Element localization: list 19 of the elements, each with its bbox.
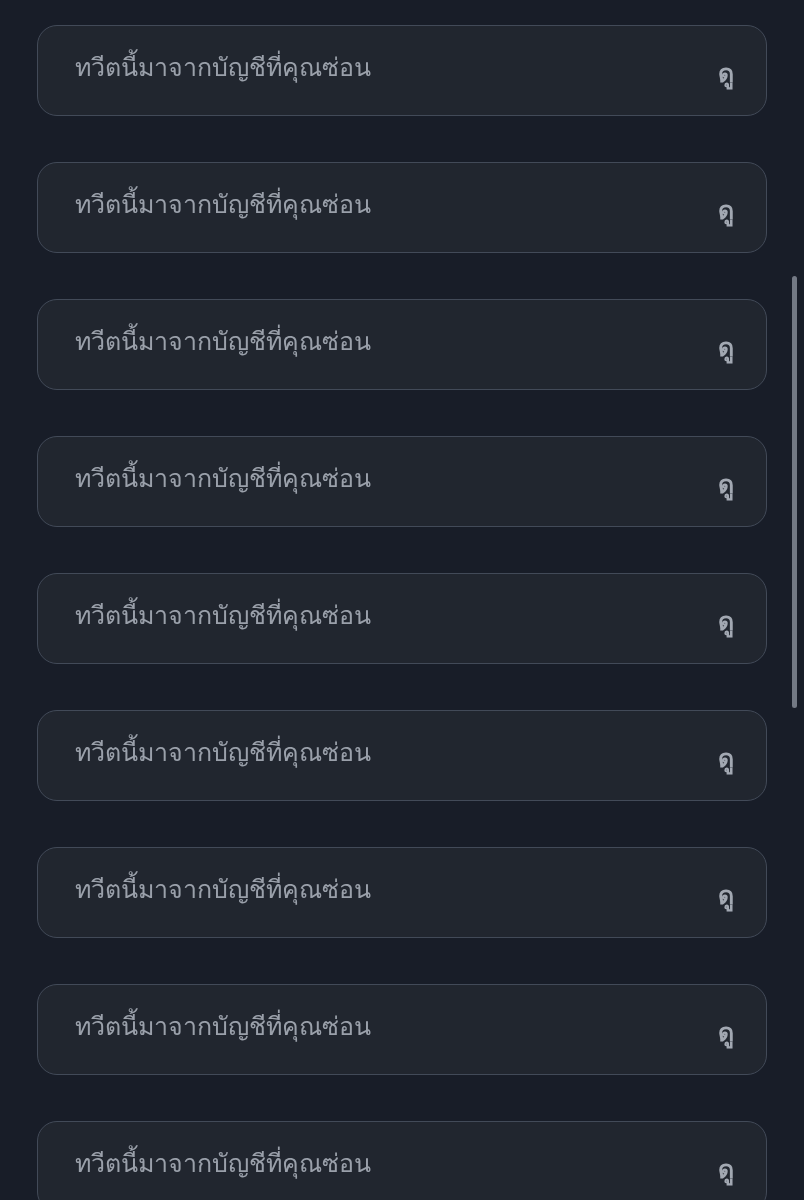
view-button[interactable]: ดู bbox=[716, 878, 736, 913]
view-button[interactable]: ดู bbox=[716, 467, 736, 502]
hidden-account-notice: ทวีตนี้มาจากบัญชีที่คุณซ่อน bbox=[75, 872, 371, 907]
view-button[interactable]: ดู bbox=[716, 1015, 736, 1050]
scrollbar-thumb[interactable] bbox=[792, 276, 797, 708]
hidden-account-notice: ทวีตนี้มาจากบัญชีที่คุณซ่อน bbox=[75, 598, 371, 633]
hidden-account-notice: ทวีตนี้มาจากบัญชีที่คุณซ่อน bbox=[75, 1146, 371, 1181]
hidden-account-notice: ทวีตนี้มาจากบัญชีที่คุณซ่อน bbox=[75, 187, 371, 222]
view-button[interactable]: ดู bbox=[716, 1152, 736, 1187]
hidden-account-notice: ทวีตนี้มาจากบัญชีที่คุณซ่อน bbox=[75, 461, 371, 496]
view-button[interactable]: ดู bbox=[716, 604, 736, 639]
view-button[interactable]: ดู bbox=[716, 330, 736, 365]
hidden-account-notice: ทวีตนี้มาจากบัญชีที่คุณซ่อน bbox=[75, 50, 371, 85]
hidden-account-notice: ทวีตนี้มาจากบัญชีที่คุณซ่อน bbox=[75, 1009, 371, 1044]
hidden-account-notice: ทวีตนี้มาจากบัญชีที่คุณซ่อน bbox=[75, 735, 371, 770]
hidden-account-notice: ทวีตนี้มาจากบัญชีที่คุณซ่อน bbox=[75, 324, 371, 359]
view-button[interactable]: ดู bbox=[716, 193, 736, 228]
view-button[interactable]: ดู bbox=[716, 56, 736, 91]
view-button[interactable]: ดู bbox=[716, 741, 736, 776]
